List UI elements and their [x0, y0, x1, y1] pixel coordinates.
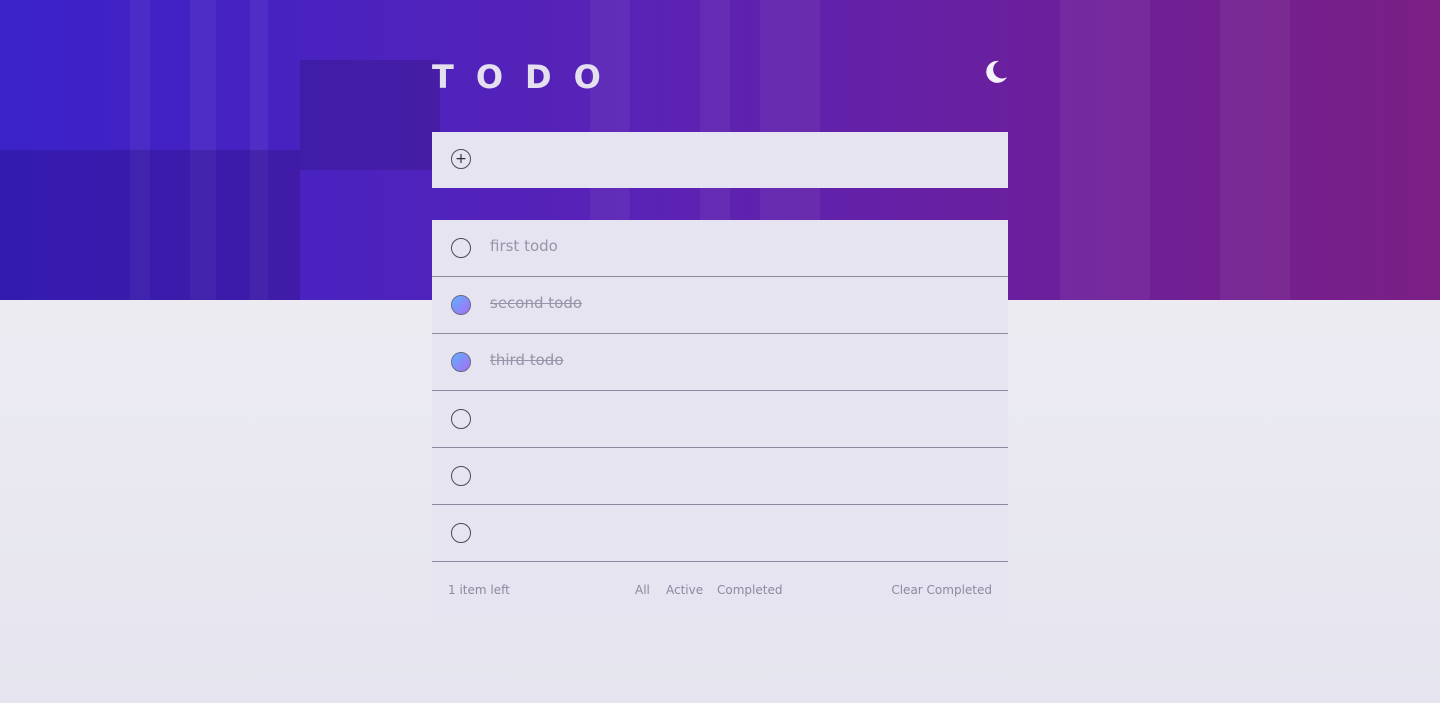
filter-active-button[interactable]: Active — [666, 583, 703, 597]
todo-text[interactable]: first todo — [490, 237, 558, 255]
check-toggle[interactable] — [451, 352, 471, 372]
check-toggle[interactable] — [451, 238, 471, 258]
clear-completed-button[interactable]: Clear Completed — [891, 583, 992, 597]
todo-item — [432, 505, 1008, 562]
app-title: TODO — [432, 58, 623, 96]
check-toggle[interactable] — [451, 295, 471, 315]
check-toggle[interactable] — [451, 466, 471, 486]
todo-item — [432, 448, 1008, 505]
filter-completed-button[interactable]: Completed — [717, 583, 782, 597]
new-todo-input[interactable] — [490, 142, 994, 180]
items-left-count: 1 item left — [448, 583, 510, 597]
todo-item — [432, 391, 1008, 448]
todo-footer: 1 item left All Active Completed Clear C… — [432, 562, 1008, 618]
plus-circle-icon[interactable]: + — [451, 149, 471, 169]
theme-toggle-button[interactable] — [982, 58, 1010, 86]
check-toggle[interactable] — [451, 409, 471, 429]
todo-item: third todo — [432, 334, 1008, 391]
filter-all-button[interactable]: All — [635, 583, 650, 597]
todo-item: second todo — [432, 277, 1008, 334]
check-toggle[interactable] — [451, 523, 471, 543]
new-todo-bar: + — [432, 132, 1008, 188]
todo-text[interactable]: second todo — [490, 294, 582, 312]
moon-icon — [986, 60, 1007, 83]
todo-item: first todo — [432, 220, 1008, 277]
todo-list: first todo second todo third todo 1 item… — [432, 220, 1008, 618]
todo-text[interactable]: third todo — [490, 351, 564, 369]
